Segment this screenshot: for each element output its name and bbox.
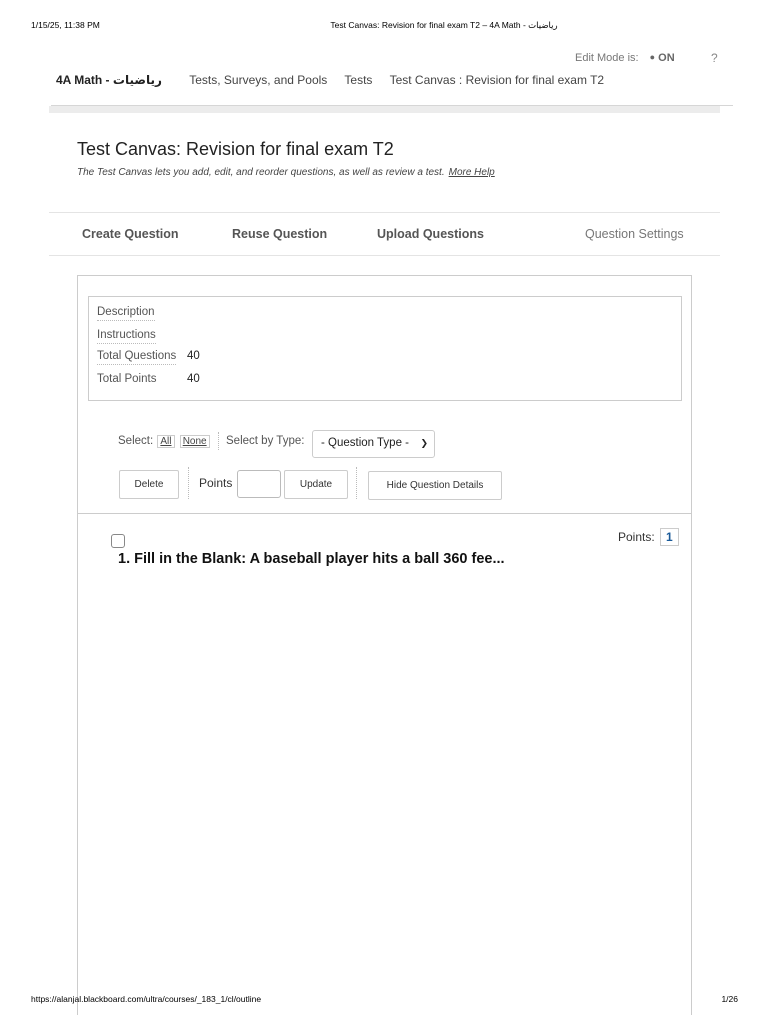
reuse-question-button[interactable]: Reuse Question xyxy=(232,227,327,241)
edit-mode-toggle[interactable]: Edit Mode is: ● ON xyxy=(575,52,675,64)
print-url: https://alanjal.blackboard.com/ultra/cou… xyxy=(31,994,262,1004)
total-points-value: 40 xyxy=(187,373,200,385)
breadcrumb: 4A Math - رياضيات Tests, Surveys, and Po… xyxy=(56,73,618,87)
question-points-value[interactable]: 1 xyxy=(660,528,679,546)
total-points-row: Total Points 40 xyxy=(97,373,200,385)
test-info-box: Description Instructions Total Questions… xyxy=(88,296,682,401)
select-all-link[interactable]: All xyxy=(157,435,175,449)
page-title: Test Canvas: Revision for final exam T2 xyxy=(77,139,394,159)
description-row: Description xyxy=(97,306,155,321)
breadcrumb-item-current: Test Canvas : Revision for final exam T2 xyxy=(389,73,605,87)
points-input[interactable] xyxy=(237,470,281,498)
chevron-down-icon: ❯ xyxy=(420,438,428,448)
instructions-label: Instructions xyxy=(97,329,156,344)
question-type-select[interactable]: - Question Type - ❯ xyxy=(312,430,435,458)
question-divider xyxy=(77,513,692,514)
divider xyxy=(217,432,219,450)
toggle-dot-icon: ● xyxy=(649,52,656,62)
select-by-type-label: Select by Type: xyxy=(226,435,305,448)
select-row: Select: All None Select by Type: xyxy=(118,432,304,450)
points-label: Points xyxy=(199,476,233,490)
divider xyxy=(356,467,357,499)
hide-question-details-button[interactable]: Hide Question Details xyxy=(368,471,502,500)
question-type-value: - Question Type - xyxy=(321,437,409,449)
total-points-label: Total Points xyxy=(97,373,157,385)
question-settings-button[interactable]: Question Settings xyxy=(585,227,684,241)
help-icon[interactable]: ? xyxy=(711,51,718,65)
question-checkbox[interactable] xyxy=(111,534,125,548)
breadcrumb-item-tests-surveys-pools[interactable]: Tests, Surveys, and Pools xyxy=(189,73,327,87)
upload-questions-button[interactable]: Upload Questions xyxy=(377,227,484,241)
print-page-number: 1/26 xyxy=(721,994,738,1004)
action-bar: Create Question Reuse Question Upload Qu… xyxy=(49,212,720,256)
total-questions-row: Total Questions 40 xyxy=(97,350,200,365)
question-points-label: Points: xyxy=(618,530,655,544)
select-label: Select: xyxy=(118,435,154,448)
total-questions-value: 40 xyxy=(187,350,200,362)
divider xyxy=(188,467,189,499)
create-question-button[interactable]: Create Question xyxy=(82,227,179,241)
print-document-title: Test Canvas: Revision for final exam T2 … xyxy=(330,20,558,30)
question-points: Points: 1 xyxy=(618,528,679,546)
edit-mode-label: Edit Mode is: xyxy=(575,52,639,64)
breadcrumb-course[interactable]: 4A Math - رياضيات xyxy=(56,73,162,87)
edit-mode-state[interactable]: ● ON xyxy=(650,52,675,64)
question-title[interactable]: 1. Fill in the Blank: A baseball player … xyxy=(118,549,508,569)
delete-button[interactable]: Delete xyxy=(119,470,179,499)
content-top-band xyxy=(49,106,720,113)
description-label: Description xyxy=(97,306,155,321)
breadcrumb-item-tests[interactable]: Tests xyxy=(344,73,372,87)
total-questions-label: Total Questions xyxy=(97,350,177,365)
more-help-link[interactable]: More Help xyxy=(449,167,495,178)
page-subtitle: The Test Canvas lets you add, edit, and … xyxy=(77,167,495,178)
update-button[interactable]: Update xyxy=(284,470,348,499)
instructions-row: Instructions xyxy=(97,329,156,344)
select-none-link[interactable]: None xyxy=(179,435,210,449)
